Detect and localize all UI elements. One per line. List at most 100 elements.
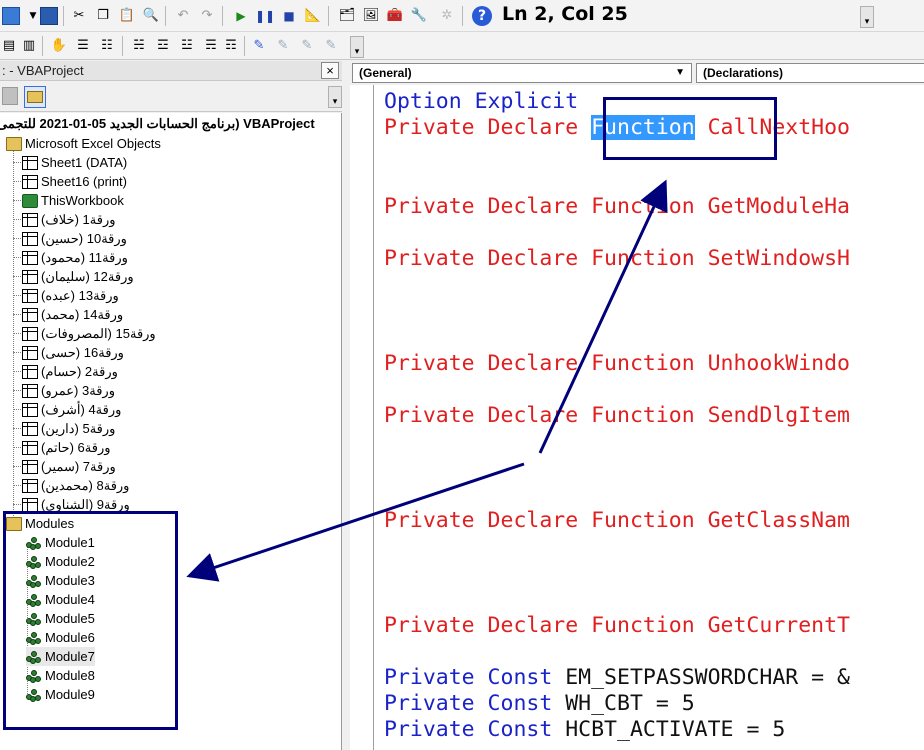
sheet-icon [22, 326, 38, 341]
list-properties-icon[interactable]: ☵ [130, 37, 148, 55]
design-mode-icon[interactable]: 📐 [304, 7, 322, 25]
project-explorer-title: : - VBAProject [2, 63, 84, 78]
tree-folder-label: Microsoft Excel Objects [25, 136, 161, 151]
standard-toolbar: ▼ ✂ ❐ 📋 🔍 ↶ ↷ ▶ ❚❚ ■ 📐 🗂 🖼 🧰 🔧 ✲ ? Ln 2,… [0, 0, 924, 32]
copy-icon[interactable]: ❐ [94, 7, 112, 25]
tree-item-sheet[interactable]: ورقة10 (حسين) [13, 229, 127, 248]
toolbar-overflow-icon[interactable]: ▾ [350, 36, 364, 58]
code-line-11[interactable]: Private Const HCBT_ACTIVATE = 5 [384, 717, 785, 743]
code-line-5[interactable]: Private Declare Function UnhookWindo [384, 351, 850, 377]
tree-connector [13, 333, 21, 334]
tree-item-sheet[interactable]: ورقة1 (خلاف) [13, 210, 116, 229]
toolbox-icon[interactable]: 🔧 [410, 7, 428, 25]
tree-item-sheet[interactable]: ورقة2 (حسام) [13, 362, 118, 381]
code-combo-bar: (General) ▼ (Declarations) [350, 62, 924, 84]
tree-connector [13, 352, 21, 353]
tree-item-sheet[interactable]: ورقة13 (عبده) [13, 286, 119, 305]
help-icon[interactable]: ? [472, 6, 492, 26]
run-icon[interactable]: ▶ [232, 7, 250, 25]
tree-item-sheet[interactable]: ThisWorkbook [13, 191, 124, 210]
reset-icon[interactable]: ■ [280, 7, 298, 25]
cut-icon[interactable]: ✂ [70, 7, 88, 25]
code-line-7[interactable]: Private Declare Function GetClassNam [384, 508, 850, 534]
tree-item-sheet[interactable]: ورقة3 (عمرو) [13, 381, 115, 400]
code-line-3[interactable]: Private Declare Function GetModuleHa [384, 194, 850, 220]
list-constants-icon[interactable]: ☲ [154, 37, 172, 55]
break-icon[interactable]: ❚❚ [255, 7, 275, 25]
complete-word-icon[interactable]: ☶ [222, 37, 240, 55]
tree-connector [13, 409, 21, 410]
code-line-8[interactable]: Private Declare Function GetCurrentT [384, 613, 850, 639]
tree-connector [13, 162, 21, 163]
code-text: WH_CBT = 5 [552, 691, 695, 716]
tree-item-sheet[interactable]: ورقة12 (سليمان) [13, 267, 134, 286]
excel-icon[interactable] [2, 7, 20, 25]
tree-root-vbaproject[interactable]: VBAProject (برنامج الحسابات الجديد 05-01… [0, 114, 341, 133]
next-bookmark-icon[interactable]: ✎ [298, 37, 316, 55]
uncomment-icon[interactable]: ☷ [98, 37, 116, 55]
redo-icon[interactable]: ↷ [198, 7, 216, 25]
keyword-text: Private Const [384, 691, 553, 716]
tree-item-sheet[interactable]: ورقة4 (أشرف) [13, 400, 122, 419]
tree-connector [13, 314, 21, 315]
tree-item-label: ورقة14 (محمد) [41, 306, 124, 322]
view-code-icon[interactable] [2, 87, 18, 105]
tree-item-sheet[interactable]: ورقة11 (محمود) [13, 248, 128, 267]
code-line-9[interactable]: Private Const EM_SETPASSWORDCHAR = & [384, 665, 850, 691]
tree-item-sheet[interactable]: ورقة14 (محمد) [13, 305, 124, 324]
code-line-1[interactable]: Option Explicit [384, 89, 578, 115]
code-line-4[interactable]: Private Declare Function SetWindowsH [384, 246, 850, 272]
edit-toolbar: ▤ ▥ ✋ ☰ ☷ ☵ ☲ ☳ ☴ ☶ ✎ ✎ ✎ ✎ ▾ [0, 32, 924, 60]
bookmark-icon[interactable]: ✎ [274, 37, 292, 55]
undo-icon[interactable]: ↶ [174, 7, 192, 25]
separator [328, 6, 329, 26]
tree-item-sheet[interactable]: ورقة7 (سمير) [13, 457, 116, 476]
tree-item-label: Sheet16 (print) [41, 174, 127, 189]
indent-icon[interactable]: ▤ [0, 37, 18, 55]
outdent-icon[interactable]: ▥ [20, 37, 38, 55]
properties-icon[interactable]: 🖼 [362, 7, 380, 25]
code-line-6[interactable]: Private Declare Function SendDlgItem [384, 403, 850, 429]
tree-folder-excel-objects[interactable]: Microsoft Excel Objects [6, 134, 161, 153]
object-combo[interactable]: (General) ▼ [352, 63, 692, 83]
folder-icon [27, 91, 43, 103]
separator [122, 36, 123, 56]
hand-icon[interactable]: ✋ [50, 37, 68, 55]
tree-item-label: ورقة4 (أشرف) [41, 401, 122, 417]
prev-bookmark-icon[interactable]: ✎ [322, 37, 340, 55]
separator [244, 36, 245, 56]
comment-icon[interactable]: ☰ [74, 37, 92, 55]
object-browser-icon[interactable]: 🧰 [386, 7, 404, 25]
workbook-icon [22, 193, 38, 208]
toolbar-overflow-icon[interactable]: ▾ [860, 6, 874, 28]
project-explorer-icon[interactable]: 🗂 [338, 7, 356, 25]
find-icon[interactable]: 🔍 [142, 7, 160, 25]
tree-item-sheet[interactable]: Sheet16 (print) [13, 172, 127, 191]
tree-item-sheet[interactable]: ورقة5 (دارين) [13, 419, 115, 438]
toggle-breakpoint-icon[interactable]: ✎ [250, 37, 268, 55]
tree-root-label: VBAProject (برنامج الحسابات الجديد 05-01… [0, 115, 315, 131]
toolbox-disabled-icon[interactable]: ✲ [438, 7, 456, 25]
tree-item-sheet[interactable]: ورقة15 (المصروفات) [13, 324, 156, 343]
sheet-icon [22, 459, 38, 474]
tree-item-sheet[interactable]: Sheet1 (DATA) [13, 153, 128, 172]
tree-item-sheet[interactable]: ورقة16 (حسى) [13, 343, 124, 362]
cursor-position-status: Ln 2, Col 25 [502, 3, 628, 25]
tree-item-sheet[interactable]: ورقة8 (محمدين) [13, 476, 129, 495]
quick-info-icon[interactable]: ☳ [178, 37, 196, 55]
paste-icon[interactable]: 📋 [118, 7, 136, 25]
tree-item-sheet[interactable]: ورقة6 (حاتم) [13, 438, 111, 457]
panel-overflow-icon[interactable]: ▾ [328, 86, 342, 108]
code-line-10[interactable]: Private Const WH_CBT = 5 [384, 691, 695, 717]
tree-item-label: ورقة6 (حاتم) [41, 439, 111, 455]
procedure-combo-value: (Declarations) [703, 66, 784, 80]
toggle-folders-button[interactable] [24, 86, 46, 108]
parameter-info-icon[interactable]: ☴ [202, 37, 220, 55]
sheet-icon [22, 288, 38, 303]
tree-item-label: Sheet1 (DATA) [41, 155, 128, 170]
tree-connector [13, 485, 21, 486]
code-margin-indicator-bar[interactable] [350, 85, 374, 750]
close-button[interactable]: × [321, 62, 339, 79]
save-icon[interactable] [40, 7, 58, 25]
procedure-combo[interactable]: (Declarations) [696, 63, 924, 83]
